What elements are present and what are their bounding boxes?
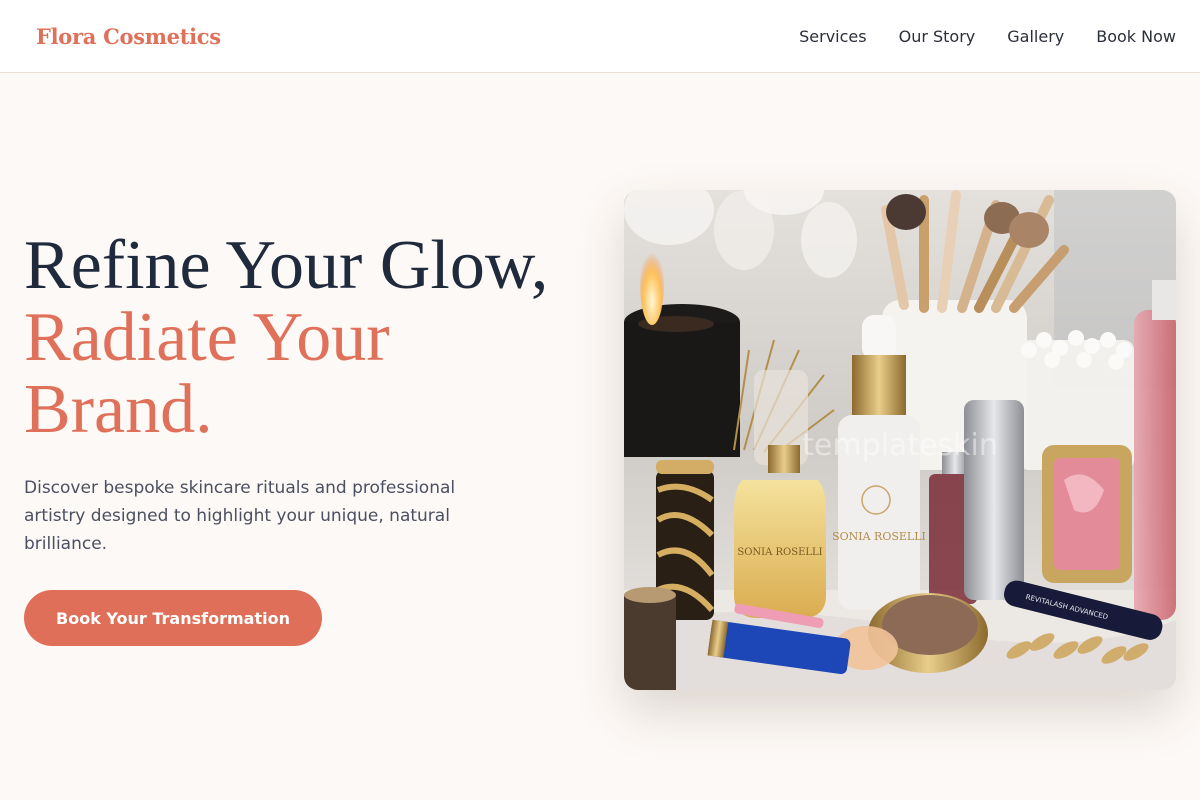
nav-link-our-story[interactable]: Our Story [899,27,976,46]
hero-text: Refine Your Glow, Radiate Your Brand. Di… [24,230,584,558]
nav-link-services[interactable]: Services [799,27,866,46]
hero-headline: Refine Your Glow, Radiate Your Brand. [24,230,584,446]
hero-subtitle: Discover bespoke skincare rituals and pr… [24,478,456,554]
nav-link-book-now[interactable]: Book Now [1096,27,1176,46]
brand-logo[interactable]: Flora Cosmetics [36,24,221,49]
bottle-label-1: SONIA ROSELLI [737,547,822,558]
site-header: Flora Cosmetics Services Our Story Galle… [0,0,1200,73]
book-transformation-button[interactable]: Book Your Transformation [24,590,322,646]
cosmetics-illustration: SONIA ROSELLI SONIA ROSELLI REVITALASH A… [624,190,1176,690]
headline-accent: Radiate Your Brand. [24,299,390,448]
hero-product-image: SONIA ROSELLI SONIA ROSELLI REVITALASH A… [624,190,1176,690]
nav-link-gallery[interactable]: Gallery [1007,27,1064,46]
headline-line-1: Refine Your Glow, [24,227,549,304]
bottle-label-2: SONIA ROSELLI [832,530,926,543]
image-watermark: templateskin [802,428,998,463]
main-nav: Services Our Story Gallery Book Now [767,27,1176,46]
